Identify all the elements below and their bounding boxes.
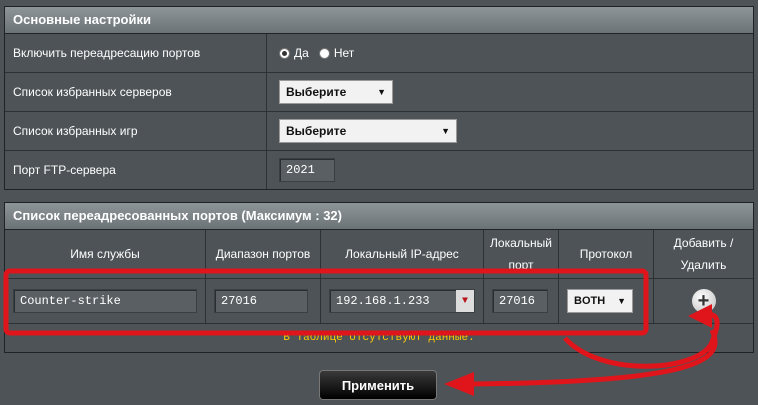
games-select[interactable]: Выберите ▼ [279,119,457,143]
arrow-head-apply [444,372,474,396]
servers-row: Список избранных серверов Выберите ▼ [5,73,753,112]
radio-no-dot[interactable] [318,47,330,59]
col-local-port: Локальный порт [483,230,559,279]
servers-select[interactable]: Выберите ▼ [279,80,393,104]
radio-no-label: Нет [333,46,355,60]
empty-table-message: В таблице отсутствуют данные. [283,332,475,344]
caret-down-icon: ▼ [377,87,386,97]
ftp-label: Порт FTP-сервера [5,151,267,189]
ftp-port-input[interactable]: 2021 [279,158,335,182]
servers-label: Список избранных серверов [5,73,267,111]
games-select-value: Выберите [286,124,347,138]
basic-settings-title: Основные настройки [5,7,753,34]
col-service-name: Имя службы [5,230,206,279]
table-row: Counter-strike 27016 192.168.1.233 ▼ 270… [5,278,753,324]
protocol-select[interactable]: BOTH ▼ [567,289,633,313]
caret-down-icon: ▼ [617,296,626,306]
ftp-row: Порт FTP-сервера 2021 [5,151,753,189]
games-row: Список избранных игр Выберите ▼ [5,112,753,151]
col-add-remove: Добавить / Удалить [653,230,753,279]
col-add-line1: Добавить / [673,236,734,250]
col-local-port-line2: порт [508,258,534,272]
col-protocol: Протокол [558,230,654,279]
port-list-title: Список переадресованных портов (Максимум… [5,203,753,230]
table-header-row: Имя службы Диапазон портов Локальный IP-… [5,230,753,279]
basic-settings-panel: Основные настройки Включить переадресаци… [4,6,754,190]
col-add-line2: Удалить [680,258,727,272]
local-ip-value: 192.168.1.233 [336,294,430,308]
plus-circle-icon[interactable]: + [691,289,716,313]
radio-no[interactable]: Нет [318,46,355,60]
radio-yes-dot[interactable] [279,47,290,59]
forwarding-label: Включить переадресацию портов [5,34,267,72]
port-range-input[interactable]: 27016 [214,289,308,313]
service-name-input[interactable]: Counter-strike [13,289,197,313]
radio-yes-label: Да [294,46,309,60]
caret-down-icon[interactable]: ▼ [456,290,474,312]
local-port-input[interactable]: 27016 [492,289,548,313]
radio-yes[interactable]: Да [279,46,309,60]
port-list-panel: Список переадресованных портов (Максимум… [4,202,754,353]
servers-select-value: Выберите [286,85,347,99]
col-local-ip: Локальный IP-адрес [320,230,484,279]
games-label: Список избранных игр [5,112,267,150]
caret-down-icon: ▼ [441,126,450,136]
local-ip-input[interactable]: 192.168.1.233 ▼ [329,289,475,313]
forwarding-row: Включить переадресацию портов Да Нет [5,34,753,73]
protocol-select-value: BOTH [574,295,606,307]
col-local-port-line1: Локальный [490,236,552,250]
apply-button[interactable]: Применить [319,370,437,400]
col-port-range: Диапазон портов [205,230,321,279]
port-table: Имя службы Диапазон портов Локальный IP-… [5,230,753,324]
